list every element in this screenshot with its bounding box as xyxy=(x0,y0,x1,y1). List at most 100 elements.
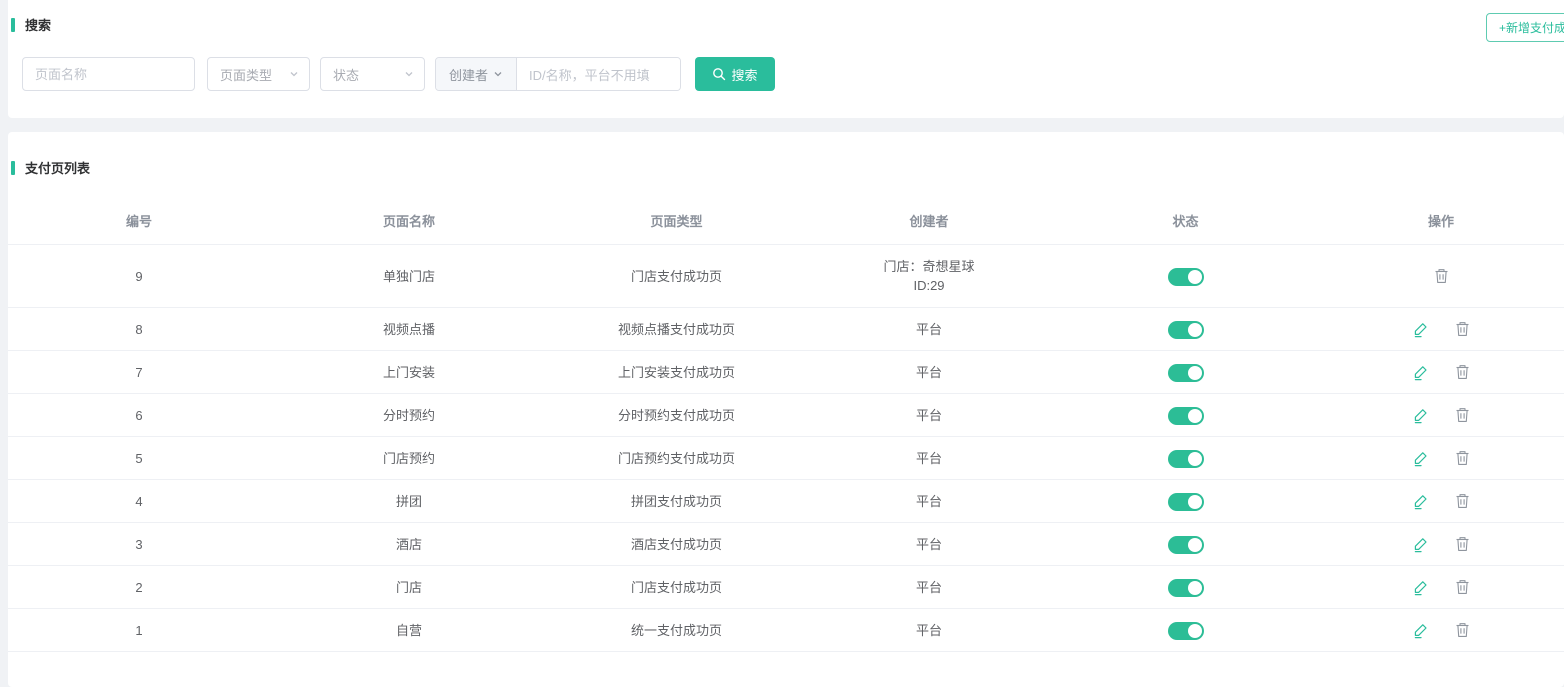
toggle-knob xyxy=(1188,323,1202,337)
column-header: 操作 xyxy=(1318,212,1564,231)
cell-operations xyxy=(1318,450,1564,467)
pencil-icon xyxy=(1412,321,1429,338)
cell-operations xyxy=(1318,622,1564,639)
edit-button[interactable] xyxy=(1412,536,1429,553)
list-section-title: 支付页列表 xyxy=(25,158,90,177)
search-panel: 搜索 页面类型 状态 创建者 xyxy=(8,0,1564,118)
creator-text: 平台 xyxy=(805,621,1053,640)
edit-button[interactable] xyxy=(1412,321,1429,338)
table-body: 9 单独门店 门店支付成功页 门店：奇想星球 ID:29 8 视频点播 视频点播… xyxy=(8,245,1564,652)
trash-icon xyxy=(1455,450,1470,466)
cell-status xyxy=(1053,577,1318,597)
cell-status xyxy=(1053,620,1318,640)
status-toggle[interactable] xyxy=(1168,407,1204,425)
cell-id: 8 xyxy=(8,320,270,339)
toggle-knob xyxy=(1188,270,1202,284)
status-toggle[interactable] xyxy=(1168,364,1204,382)
status-select[interactable]: 状态 xyxy=(320,57,425,91)
cell-creator: 平台 xyxy=(805,406,1053,425)
status-toggle[interactable] xyxy=(1168,579,1204,597)
cell-status xyxy=(1053,448,1318,468)
status-toggle[interactable] xyxy=(1168,622,1204,640)
edit-button[interactable] xyxy=(1412,450,1429,467)
toggle-knob xyxy=(1188,495,1202,509)
list-section-header: 支付页列表 xyxy=(8,132,1564,177)
delete-button[interactable] xyxy=(1455,364,1470,380)
edit-button[interactable] xyxy=(1412,407,1429,424)
trash-icon xyxy=(1455,493,1470,509)
status-toggle[interactable] xyxy=(1168,321,1204,339)
cell-creator: 平台 xyxy=(805,449,1053,468)
cell-creator: 平台 xyxy=(805,535,1053,554)
cell-status xyxy=(1053,491,1318,511)
page-name-input[interactable] xyxy=(22,57,195,91)
trash-icon xyxy=(1455,622,1470,638)
cell-id: 4 xyxy=(8,492,270,511)
column-header: 页面类型 xyxy=(548,212,805,231)
delete-button[interactable] xyxy=(1455,536,1470,552)
cell-operations xyxy=(1318,364,1564,381)
trash-icon xyxy=(1455,579,1470,595)
cell-page-name: 视频点播 xyxy=(270,320,548,339)
edit-button[interactable] xyxy=(1412,579,1429,596)
creator-text: 平台 xyxy=(805,406,1053,425)
creator-text: 平台 xyxy=(805,320,1053,339)
page-type-select[interactable]: 页面类型 xyxy=(207,57,310,91)
search-section-title: 搜索 xyxy=(25,15,51,34)
delete-button[interactable] xyxy=(1455,407,1470,423)
status-toggle[interactable] xyxy=(1168,450,1204,468)
cell-creator: 门店：奇想星球 ID:29 xyxy=(805,257,1053,295)
column-header: 状态 xyxy=(1053,212,1318,231)
toggle-knob xyxy=(1188,581,1202,595)
creator-type-select[interactable]: 创建者 xyxy=(436,58,517,90)
search-button[interactable]: 搜索 xyxy=(695,57,775,91)
cell-page-name: 门店 xyxy=(270,578,548,597)
creator-search-input[interactable] xyxy=(517,58,681,91)
edit-button[interactable] xyxy=(1412,493,1429,510)
delete-button[interactable] xyxy=(1455,450,1470,466)
trash-icon xyxy=(1434,268,1449,284)
delete-button[interactable] xyxy=(1455,493,1470,509)
toggle-knob xyxy=(1188,624,1202,638)
cell-page-type: 门店支付成功页 xyxy=(548,267,805,286)
add-payment-page-button[interactable]: +新增支付成功页 xyxy=(1486,13,1564,42)
creator-search-group: 创建者 xyxy=(435,57,681,91)
chevron-down-icon xyxy=(289,69,299,79)
search-icon xyxy=(712,67,726,81)
cell-creator: 平台 xyxy=(805,492,1053,511)
status-toggle[interactable] xyxy=(1168,536,1204,554)
cell-id: 3 xyxy=(8,535,270,554)
cell-page-name: 分时预约 xyxy=(270,406,548,425)
delete-button[interactable] xyxy=(1455,622,1470,638)
chevron-down-icon xyxy=(404,69,414,79)
cell-creator: 平台 xyxy=(805,363,1053,382)
cell-creator: 平台 xyxy=(805,621,1053,640)
table-row: 3 酒店 酒店支付成功页 平台 xyxy=(8,523,1564,566)
table-row: 4 拼团 拼团支付成功页 平台 xyxy=(8,480,1564,523)
pencil-icon xyxy=(1412,450,1429,467)
cell-operations xyxy=(1318,536,1564,553)
toggle-knob xyxy=(1188,409,1202,423)
creator-id-text: ID:29 xyxy=(805,276,1053,295)
delete-button[interactable] xyxy=(1455,579,1470,595)
cell-id: 7 xyxy=(8,363,270,382)
column-header: 编号 xyxy=(8,212,270,231)
trash-icon xyxy=(1455,536,1470,552)
table-row: 6 分时预约 分时预约支付成功页 平台 xyxy=(8,394,1564,437)
delete-button[interactable] xyxy=(1434,268,1449,284)
delete-button[interactable] xyxy=(1455,321,1470,337)
status-toggle[interactable] xyxy=(1168,493,1204,511)
trash-icon xyxy=(1455,364,1470,380)
creator-text: 平台 xyxy=(805,578,1053,597)
status-toggle[interactable] xyxy=(1168,268,1204,286)
cell-status xyxy=(1053,405,1318,425)
cell-operations xyxy=(1318,493,1564,510)
table-row: 7 上门安装 上门安装支付成功页 平台 xyxy=(8,351,1564,394)
cell-page-type: 视频点播支付成功页 xyxy=(548,320,805,339)
edit-button[interactable] xyxy=(1412,622,1429,639)
search-form: 页面类型 状态 创建者 xyxy=(22,57,775,91)
cell-creator: 平台 xyxy=(805,320,1053,339)
cell-id: 1 xyxy=(8,621,270,640)
edit-button[interactable] xyxy=(1412,364,1429,381)
column-header: 页面名称 xyxy=(270,212,548,231)
